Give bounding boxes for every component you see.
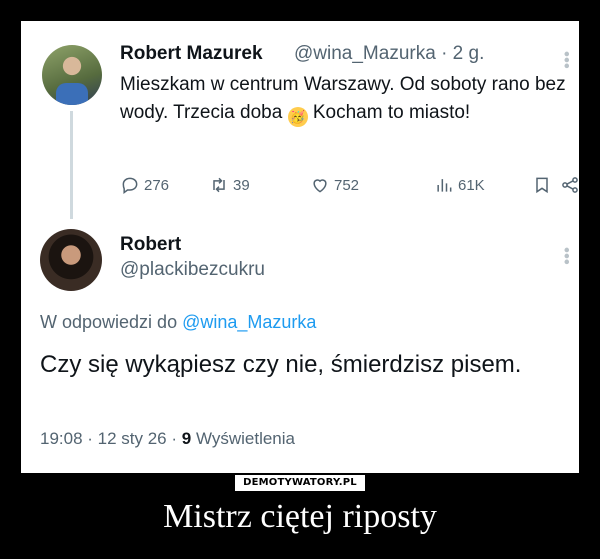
share-icon [562, 177, 578, 193]
views-count: 61K [458, 176, 485, 194]
retweet-count: 39 [233, 176, 250, 194]
author-handle[interactable]: @plackibezcukru [120, 259, 265, 281]
avatar-figure [56, 83, 88, 105]
watermark-text: DEMOTYWATORY.PL [235, 475, 365, 491]
replying-to: W odpowiedzi do @wina_Mazurka [40, 312, 316, 333]
heart-icon [313, 179, 327, 193]
share-button[interactable] [560, 175, 579, 195]
party-face-emoji-icon: 🥳 [287, 107, 308, 127]
author-name[interactable]: Robert Mazurek [120, 43, 263, 65]
bookmark-button[interactable] [532, 175, 552, 195]
views-count: 9 [181, 429, 192, 448]
tweet-meta: 19:08 · 12 sty 26 · 9 Wyświetlenia [40, 429, 295, 449]
avatar[interactable] [40, 229, 102, 291]
more-options-icon[interactable]: ••• [557, 247, 576, 265]
views-chart-icon [437, 179, 452, 192]
replying-to-link[interactable]: @wina_Mazurka [182, 312, 316, 332]
reply-button[interactable]: 276 [120, 175, 169, 195]
views-button[interactable]: 61K [434, 175, 485, 195]
author-name[interactable]: Robert [120, 234, 181, 256]
bookmark-icon [536, 177, 548, 194]
tweet-text: Mieszkam w centrum Warszawy. Od soboty r… [120, 71, 570, 127]
like-count: 752 [334, 176, 360, 194]
reply-count: 276 [144, 176, 170, 194]
tweet-card: Robert Mazurek @wina_Mazurka · 2 g. ••• … [21, 21, 579, 473]
more-options-icon[interactable]: ••• [557, 51, 576, 69]
thread-line [70, 111, 73, 219]
author-handle[interactable]: @wina_Mazurka · 2 g. [294, 43, 484, 65]
tweet-actions: 276 39 752 61K [116, 175, 578, 203]
watermark: DEMOTYWATORY.PL [0, 472, 600, 491]
replying-prefix: W odpowiedzi do [40, 312, 183, 332]
reply-icon [122, 177, 138, 194]
retweet-button[interactable]: 39 [209, 175, 250, 195]
tweet-text-part2: Kocham to miasto! [307, 102, 471, 123]
views-label: Wyświetlenia [191, 429, 295, 448]
avatar[interactable] [42, 45, 102, 105]
retweet-icon [213, 177, 225, 193]
reply-text: Czy się wykąpiesz czy nie, śmierdzisz pi… [40, 351, 522, 378]
like-button[interactable]: 752 [310, 175, 359, 195]
timestamp[interactable]: 19:08 · 12 sty 26 · [40, 429, 182, 448]
caption: Mistrz ciętej riposty [163, 498, 437, 535]
